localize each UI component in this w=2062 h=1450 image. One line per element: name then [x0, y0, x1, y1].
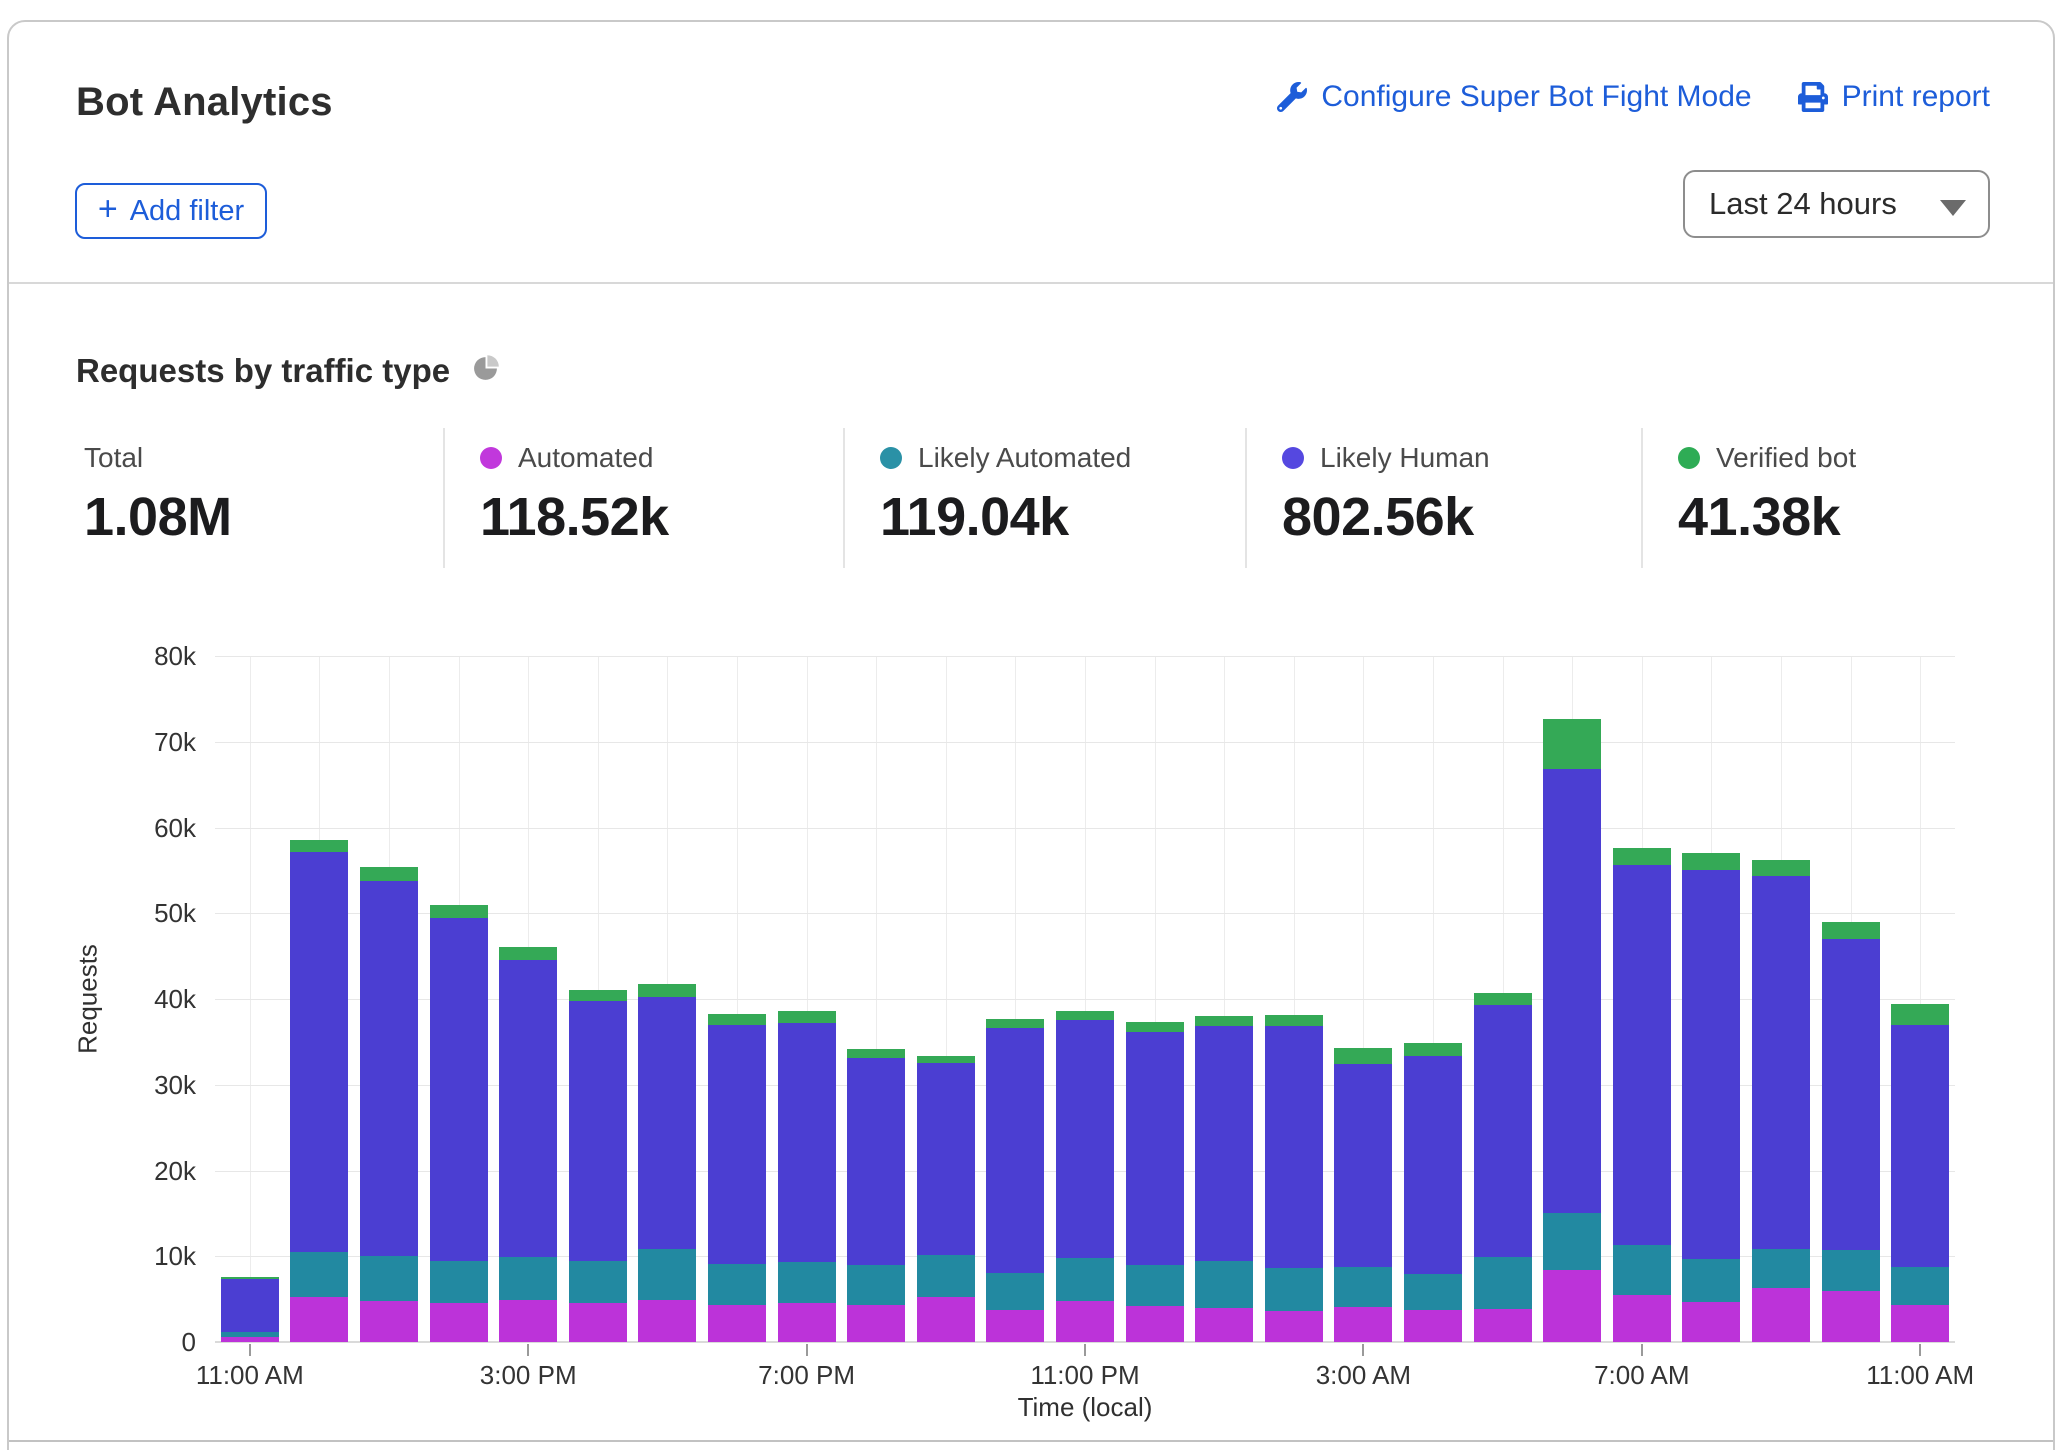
stat-value: 802.56k	[1282, 487, 1474, 547]
legend-dot-likely-automated	[880, 447, 902, 469]
add-filter-button[interactable]: + Add filter	[75, 183, 267, 239]
stat-value: 119.04k	[880, 487, 1069, 547]
stat-value: 41.38k	[1678, 487, 1841, 547]
plus-icon: +	[97, 190, 118, 228]
add-filter-label: Add filter	[129, 194, 245, 227]
stat-label: Verified bot	[1716, 442, 1857, 473]
configure-super-bot-fight-mode-link[interactable]: Configure Super Bot Fight Mode	[1277, 80, 1752, 114]
time-range-value: Last 24 hours	[1709, 186, 1897, 221]
stat-automated[interactable]: Automated 118.52k	[443, 428, 841, 568]
stats-row: Total 1.08M Automated 118.52k Likely Aut…	[0, 428, 2062, 578]
page-title: Bot Analytics	[76, 80, 333, 124]
stat-label: Automated	[518, 442, 654, 473]
chevron-down-icon	[1940, 200, 1966, 216]
configure-link-label: Configure Super Bot Fight Mode	[1321, 80, 1752, 113]
legend-dot-automated	[480, 447, 502, 469]
stat-likely-human[interactable]: Likely Human 802.56k	[1245, 428, 1639, 568]
stat-value: 1.08M	[84, 487, 232, 547]
legend-dot-likely-human	[1282, 447, 1304, 469]
section-title-row: Requests by traffic type	[76, 352, 499, 390]
stat-likely-automated[interactable]: Likely Automated 119.04k	[843, 428, 1243, 568]
printer-icon	[1797, 82, 1828, 112]
print-link-label: Print report	[1841, 80, 1990, 113]
bot-analytics-page: Bot Analytics Configure Super Bot Fight …	[0, 0, 2062, 1450]
pie-chart-icon	[472, 355, 499, 387]
stat-total: Total 1.08M	[84, 428, 232, 568]
section-bottom-divider	[9, 1440, 2053, 1442]
section-title: Requests by traffic type	[76, 352, 451, 389]
header-divider	[9, 282, 2053, 284]
wrench-icon	[1277, 82, 1308, 112]
stat-label: Likely Automated	[918, 442, 1132, 473]
stat-label: Total	[84, 442, 144, 473]
print-report-link[interactable]: Print report	[1797, 80, 1990, 114]
stat-value: 118.52k	[480, 487, 669, 547]
header-links: Configure Super Bot Fight Mode Print rep…	[1277, 80, 1990, 114]
stat-verified-bot[interactable]: Verified bot 41.38k	[1641, 428, 2021, 568]
legend-dot-verified-bot	[1678, 447, 1700, 469]
stat-label: Likely Human	[1320, 442, 1490, 473]
time-range-dropdown[interactable]: Last 24 hours	[1683, 170, 1990, 238]
